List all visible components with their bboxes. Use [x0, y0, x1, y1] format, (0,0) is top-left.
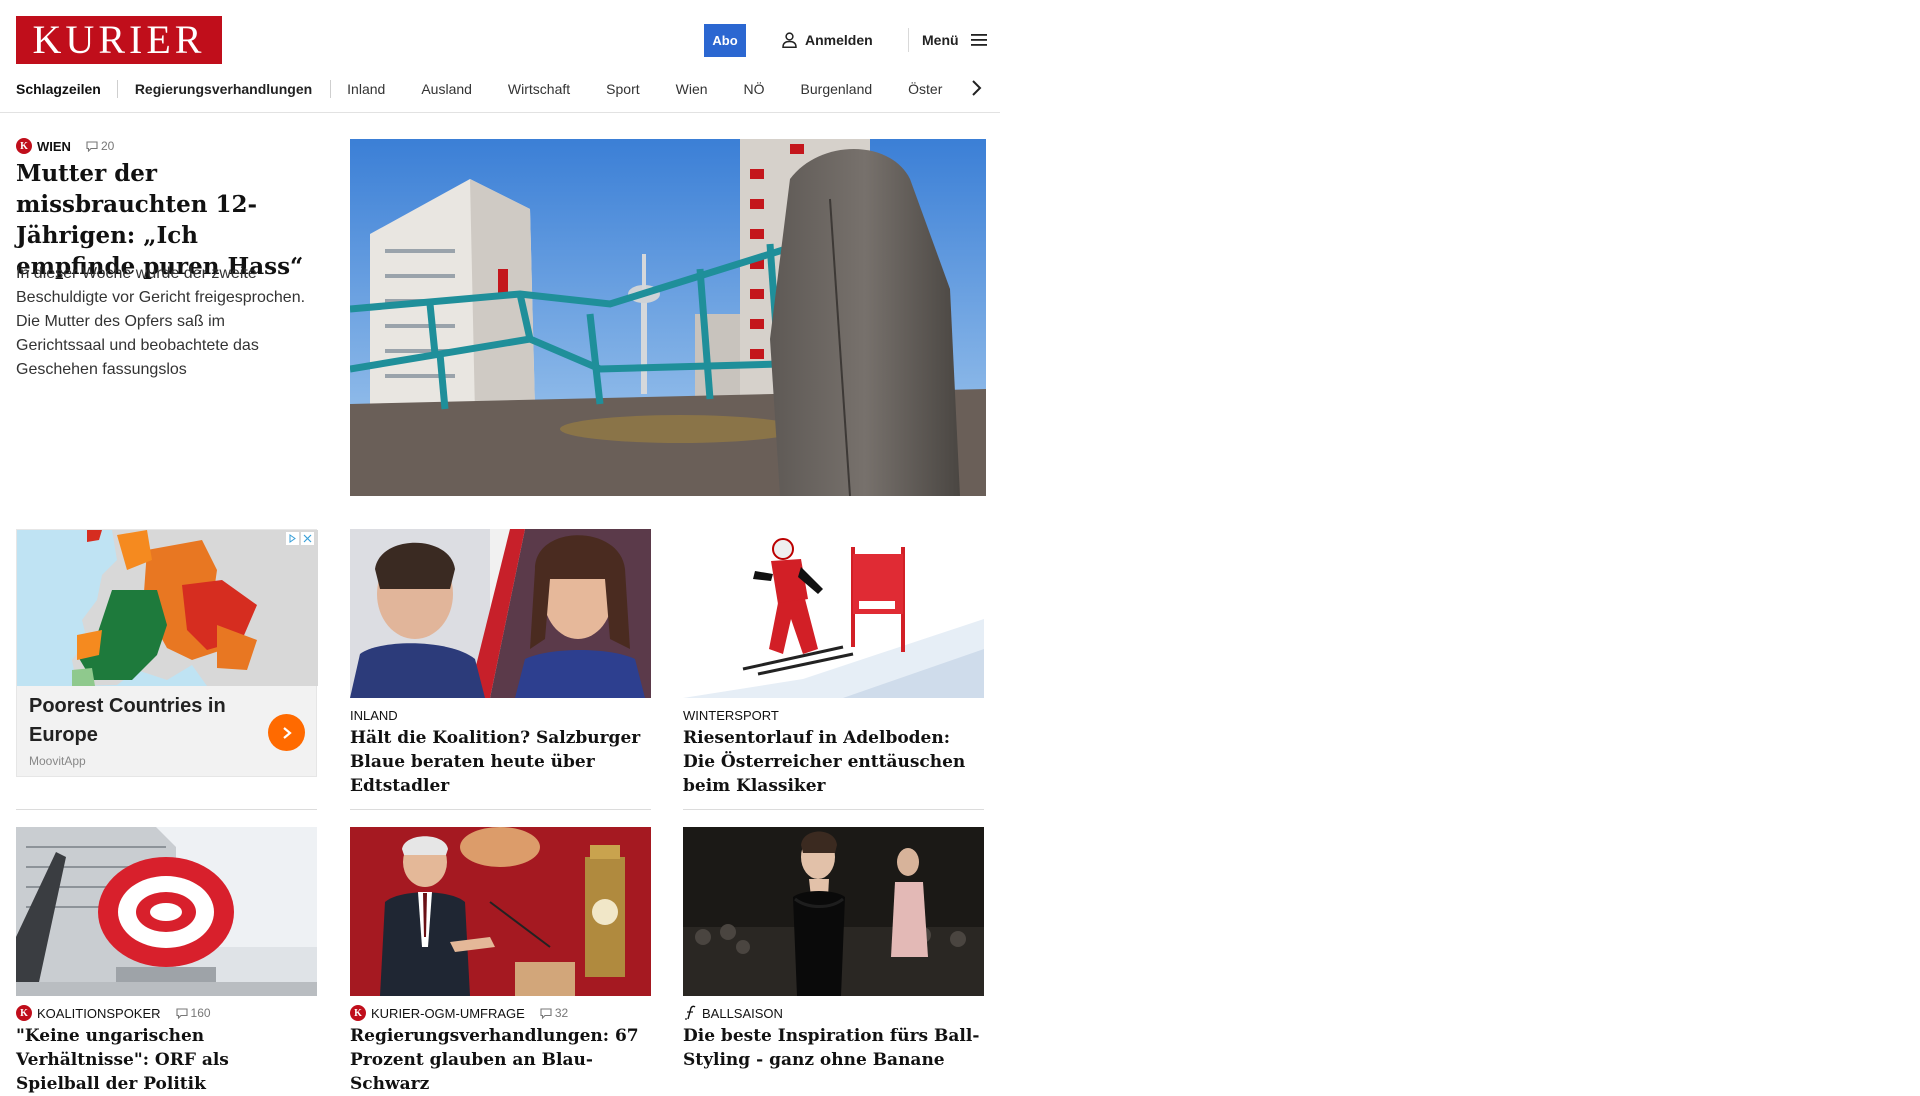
comment-count[interactable]: 20: [86, 139, 114, 153]
comment-icon: [540, 1007, 552, 1019]
nav-item-sport[interactable]: Sport: [606, 81, 639, 97]
article-image[interactable]: [683, 827, 984, 996]
nav-item-inland[interactable]: Inland: [347, 81, 385, 97]
lead-teaser[interactable]: In dieser Woche wurde der zweite Beschul…: [16, 262, 316, 382]
comment-count-value: 20: [100, 139, 115, 153]
article-image[interactable]: [350, 827, 651, 996]
kurier-plus-badge-icon: K: [350, 1005, 366, 1021]
ad-source: MoovitApp: [29, 754, 86, 768]
section-label[interactable]: KURIER-OGM-UMFRAGE: [371, 1006, 525, 1021]
nav-item-oesterreich[interactable]: Öster: [908, 81, 942, 97]
nav-item-wien[interactable]: Wien: [676, 81, 708, 97]
nav-item-wirtschaft[interactable]: Wirtschaft: [508, 81, 570, 97]
nav-item-burgenland[interactable]: Burgenland: [801, 81, 873, 97]
article-card[interactable]: K KURIER-OGM-UMFRAGE 32 Regierungsverhan…: [350, 827, 651, 1096]
ad-choices[interactable]: [286, 532, 314, 545]
user-icon: [782, 32, 797, 48]
nav-separator: [116, 80, 118, 98]
article-meta: K KURIER-OGM-UMFRAGE 32: [350, 1005, 651, 1021]
kurier-logo[interactable]: KURIER: [16, 16, 222, 64]
chevron-right-icon[interactable]: [968, 78, 986, 98]
freizeit-f-icon: [685, 1005, 696, 1020]
article-meta: INLAND: [350, 707, 651, 723]
header-divider: [908, 28, 909, 52]
nav-separator: [330, 80, 332, 98]
section-label[interactable]: WINTERSPORT: [683, 708, 779, 723]
row-divider: [350, 809, 651, 810]
ad-image-europe-map: [17, 530, 318, 686]
section-nav: Schlagzeilen Regierungsverhandlungen Inl…: [16, 78, 988, 100]
row-divider: [16, 809, 317, 810]
menu-label: Menü: [922, 32, 959, 48]
page: KURIER Abo Anmelden Menü Schlagzeilen Re…: [0, 0, 1000, 1094]
menu-button[interactable]: Menü: [922, 29, 987, 51]
article-headline[interactable]: Regierungsverhandlungen: 67 Pro­zent gla…: [350, 1024, 651, 1096]
comment-icon: [86, 140, 98, 152]
ad-title[interactable]: Poorest Countries in Europe: [29, 692, 249, 750]
nav-item-schlagzeilen[interactable]: Schlagzeilen: [16, 81, 101, 97]
lead-meta: K WIEN 20: [16, 138, 114, 154]
section-label[interactable]: BALLSAISON: [702, 1006, 783, 1021]
nav-item-ausland[interactable]: Ausland: [421, 81, 472, 97]
article-meta: K KOALITIONSPOKER 160: [16, 1005, 317, 1021]
article-headline[interactable]: Hält die Koalition? Salzburger Blaue ber…: [350, 726, 651, 798]
article-card[interactable]: BALLSAISON Die beste Inspiration fürs Ba…: [683, 827, 984, 1072]
article-meta: BALLSAISON: [683, 1005, 984, 1021]
article-card[interactable]: INLAND Hält die Koalition? Salzburger Bl…: [350, 529, 651, 798]
article-image[interactable]: [350, 529, 651, 698]
article-image[interactable]: [16, 827, 317, 996]
article-card[interactable]: K KOALITIONSPOKER 160 "Keine ungarischen…: [16, 827, 317, 1096]
article-card[interactable]: WINTERSPORT Riesentorlauf in Adelboden: …: [683, 529, 984, 798]
kurier-plus-badge-icon: K: [16, 138, 32, 154]
comment-count-value: 160: [190, 1006, 211, 1020]
ad-close-icon[interactable]: [301, 532, 314, 545]
article-image[interactable]: [683, 529, 984, 698]
article-headline[interactable]: "Keine ungarischen Verhältnisse": ORF al…: [16, 1024, 317, 1096]
comment-count[interactable]: 32: [540, 1006, 568, 1020]
section-label[interactable]: KOALITIONSPOKER: [37, 1006, 161, 1021]
hamburger-icon: [970, 34, 987, 46]
ad-cta-button[interactable]: [268, 714, 305, 751]
nav-item-noe[interactable]: NÖ: [744, 81, 765, 97]
comment-count-value: 32: [554, 1006, 569, 1020]
chevron-right-icon: [282, 726, 292, 739]
section-label[interactable]: INLAND: [350, 708, 398, 723]
abo-button[interactable]: Abo: [704, 24, 746, 57]
nav-item-regierungsverhandlungen[interactable]: Regierungsverhandlungen: [135, 81, 312, 97]
row-divider: [683, 809, 984, 810]
lead-section-label[interactable]: WIEN: [37, 139, 71, 154]
ad-card[interactable]: Poorest Countries in Europe MoovitApp: [16, 529, 318, 777]
site-header: KURIER Abo Anmelden Menü Schlagzeilen Re…: [0, 0, 1000, 113]
ad-info-icon[interactable]: [286, 532, 299, 545]
article-headline[interactable]: Die beste Inspiration fürs Ball-Sty­ling…: [683, 1024, 984, 1072]
lead-image[interactable]: [350, 139, 986, 496]
login-button[interactable]: Anmelden: [782, 29, 873, 51]
comment-icon: [175, 1007, 188, 1019]
login-label: Anmelden: [805, 32, 873, 48]
article-headline[interactable]: Riesentorlauf in Adelboden: Die Ös­terre…: [683, 726, 984, 798]
kurier-plus-badge-icon: K: [16, 1005, 32, 1021]
article-meta: WINTERSPORT: [683, 707, 984, 723]
comment-count[interactable]: 160: [175, 1006, 211, 1020]
